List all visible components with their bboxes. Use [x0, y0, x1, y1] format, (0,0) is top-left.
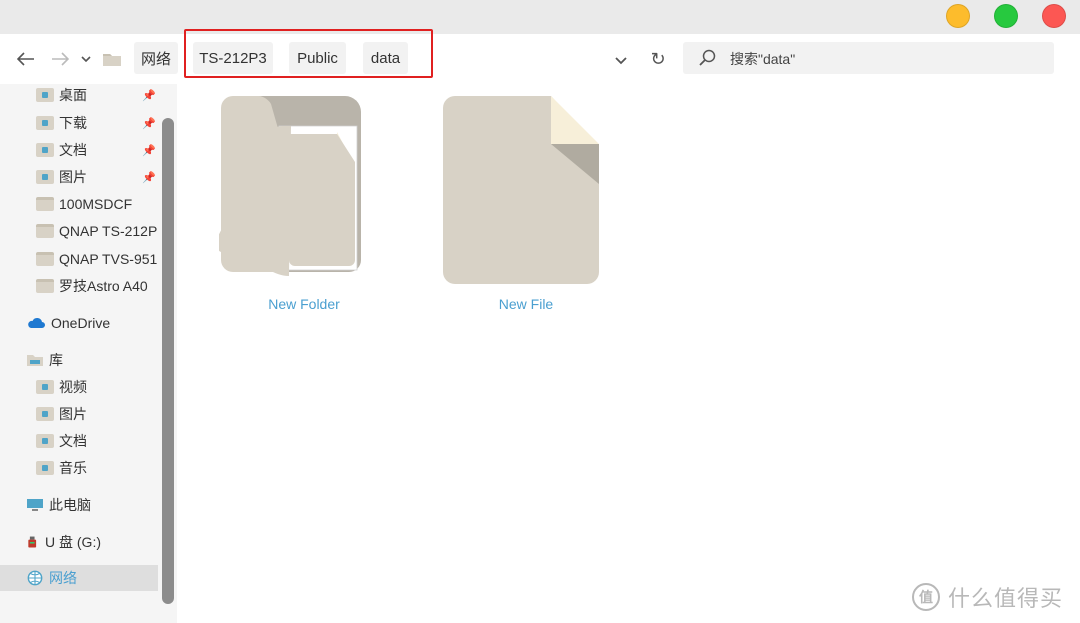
item-new-folder[interactable]: New Folder — [219, 92, 389, 322]
breadcrumb-network[interactable]: 网络 — [134, 42, 178, 74]
sidebar-item-label: 网络 — [49, 570, 77, 586]
arrow-left-icon — [17, 52, 34, 66]
watermark-text: 什么值得买 — [948, 586, 1064, 611]
usb-drive-icon — [28, 536, 37, 548]
onedrive-cloud-icon — [28, 317, 45, 328]
computer-icon — [27, 499, 43, 511]
item-name[interactable]: New Folder — [219, 296, 389, 312]
desktop-folder-icon — [36, 88, 54, 102]
pin-icon[interactable]: 📌 — [142, 171, 156, 184]
smzdm-logo-icon: 值 — [912, 583, 940, 611]
refresh-button[interactable]: ↻ — [648, 48, 668, 70]
music-folder-icon — [36, 461, 54, 475]
sidebar-item-downloads[interactable]: 下载 📌 — [0, 110, 158, 136]
sidebar-item-label: QNAP TS-212P — [59, 223, 158, 239]
sidebar-item-library-pictures[interactable]: 图片 — [0, 401, 158, 427]
sidebar-scrollbar-thumb[interactable] — [162, 118, 174, 604]
sidebar-item-videos[interactable]: 视频 — [0, 374, 158, 400]
sidebar-item-pictures[interactable]: 图片 📌 — [0, 164, 158, 190]
sidebar-item-label: 100MSDCF — [59, 196, 133, 212]
search-icon — [699, 49, 716, 66]
sidebar-item-music[interactable]: 音乐 — [0, 455, 158, 481]
pin-icon[interactable]: 📌 — [142, 117, 156, 130]
file-list-view: New Folder New File — [177, 84, 1080, 623]
address-history-button[interactable] — [612, 50, 630, 72]
folder-icon — [36, 279, 54, 293]
minimize-button[interactable] — [946, 4, 970, 28]
close-button[interactable] — [1042, 4, 1066, 28]
videos-folder-icon — [36, 380, 54, 394]
sidebar-item-label: 库 — [49, 352, 63, 368]
sidebar-item-onedrive[interactable]: OneDrive — [0, 310, 158, 336]
sidebar-item-network[interactable]: 网络 — [0, 565, 158, 591]
sidebar-item-qnap-ts-212p[interactable]: QNAP TS-212P — [0, 218, 158, 244]
maximize-button[interactable] — [994, 4, 1018, 28]
refresh-icon: ↻ — [650, 48, 666, 69]
item-name[interactable]: New File — [441, 296, 611, 312]
back-button[interactable] — [16, 48, 36, 70]
sidebar-item-astro-a40[interactable]: 罗技Astro A40 — [0, 273, 158, 299]
title-bar — [0, 0, 1080, 34]
sidebar-item-label: 图片 — [59, 406, 87, 422]
pictures-folder-icon — [36, 170, 54, 184]
library-icon — [27, 355, 43, 366]
sidebar-item-label: 罗技Astro A40 — [59, 278, 148, 294]
forward-button[interactable] — [50, 48, 70, 70]
sidebar-item-100msdcf[interactable]: 100MSDCF — [0, 191, 158, 217]
folder-large-icon — [219, 96, 361, 276]
folder-icon — [36, 224, 54, 238]
sidebar-item-label: U 盘 (G:) — [45, 534, 101, 550]
chevron-down-icon — [81, 56, 91, 62]
search-input[interactable]: 搜索"data" — [683, 42, 1054, 74]
sidebar-item-label: 视频 — [59, 379, 87, 395]
item-new-file[interactable]: New File — [441, 92, 611, 322]
network-icon — [27, 570, 43, 586]
sidebar-item-library[interactable]: 库 — [0, 347, 158, 373]
documents-folder-icon — [36, 434, 54, 448]
sidebar-item-label: 文档 — [59, 433, 87, 449]
documents-folder-icon — [36, 143, 54, 157]
arrow-right-icon — [52, 52, 69, 66]
pictures-folder-icon — [36, 407, 54, 421]
sidebar-item-label: QNAP TVS-951 — [59, 251, 158, 267]
downloads-folder-icon — [36, 116, 54, 130]
sidebar-item-label: 音乐 — [59, 460, 87, 476]
search-placeholder: 搜索"data" — [730, 51, 796, 67]
sidebar-item-label: OneDrive — [51, 315, 111, 331]
sidebar-item-usb-drive[interactable]: U 盘 (G:) — [0, 529, 158, 555]
pin-icon[interactable]: 📌 — [142, 144, 156, 157]
folder-icon — [36, 252, 54, 266]
smzdm-watermark: 值 什么值得买 — [912, 582, 1072, 612]
sidebar-item-documents[interactable]: 文档 📌 — [0, 137, 158, 163]
sidebar-item-desktop[interactable]: 桌面 📌 — [0, 82, 158, 108]
sidebar-item-library-documents[interactable]: 文档 — [0, 428, 158, 454]
pin-icon[interactable]: 📌 — [142, 89, 156, 102]
recent-locations-button[interactable] — [80, 48, 92, 70]
chevron-down-icon — [615, 57, 627, 65]
folder-icon — [36, 197, 54, 211]
breadcrumb-highlight-box — [184, 29, 433, 78]
file-large-icon — [443, 96, 599, 284]
location-folder-icon — [101, 48, 123, 70]
navigation-pane: 桌面 📌 下载 📌 文档 📌 图片 📌 100MSDCF QNAP TS-212… — [0, 84, 177, 623]
sidebar-item-qnap-tvs-951[interactable]: QNAP TVS-951 — [0, 246, 158, 272]
navigation-bar: 网络 TS-212P3 Public data ↻ 搜索"data" — [0, 34, 1080, 84]
sidebar-item-label: 此电脑 — [49, 497, 91, 513]
sidebar-item-this-pc[interactable]: 此电脑 — [0, 492, 158, 518]
